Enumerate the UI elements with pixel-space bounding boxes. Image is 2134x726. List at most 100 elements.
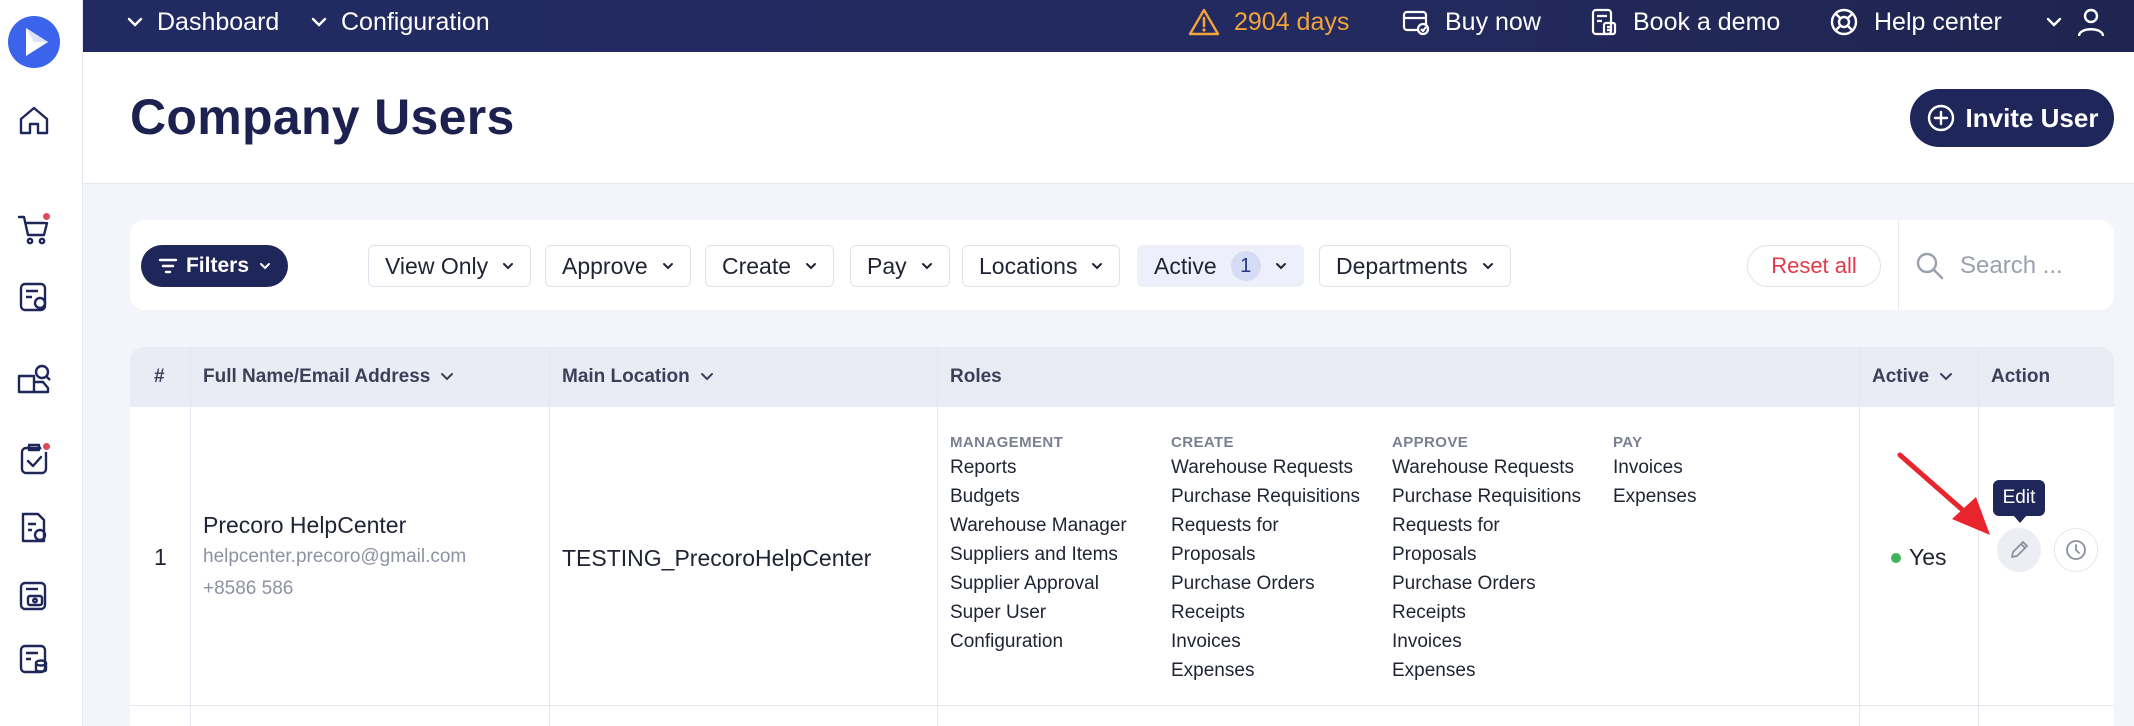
filter-approve[interactable]: Approve [545,245,691,287]
filter-create[interactable]: Create [705,245,835,287]
roles-pay: PAY Invoices Expenses [1613,432,1696,511]
filter-active[interactable]: Active 1 [1137,245,1304,287]
active-status: Yes [1891,544,1947,571]
active-status-dot [1891,552,1901,563]
role-item: Requests for [1171,515,1279,536]
home-icon[interactable] [16,102,52,138]
requests-icon[interactable] [16,279,52,315]
chevron-down-icon [1275,262,1286,269]
history-button[interactable] [2054,528,2098,572]
filter-bar: Filters View Only Approve Create Pay Loc… [130,220,2114,310]
filter-locations-label: Locations [979,252,1078,279]
role-item: Requests for [1392,515,1500,536]
search-input[interactable] [1960,246,2100,286]
role-item: Expenses [1171,660,1255,681]
dashboard-menu[interactable]: Dashboard [127,0,279,44]
precoro-logo-icon[interactable] [8,16,60,68]
role-item: Warehouse Requests [1392,457,1575,478]
column-divider [549,347,550,726]
user-menu[interactable] [2046,0,2120,44]
filter-departments[interactable]: Departments [1319,245,1511,287]
chevron-down-icon [1092,262,1103,269]
filter-pay-label: Pay [867,252,907,279]
filter-departments-label: Departments [1336,252,1468,279]
demo-icon [1591,8,1617,36]
role-item: Supplier Approval [950,573,1099,594]
sidebar [0,0,83,726]
configuration-label: Configuration [341,7,490,36]
role-item: Purchase Orders [1171,573,1315,594]
roles-management: MANAGEMENT Reports Budgets Warehouse Man… [950,432,1127,656]
edit-user-button[interactable] [1997,528,2041,572]
warehouse-icon[interactable] [16,362,52,398]
chevron-down-icon [127,17,143,27]
search-divider [1898,220,1899,310]
role-item: Reports [950,457,1017,478]
configuration-menu[interactable]: Configuration [311,0,490,44]
filter-pay[interactable]: Pay [850,245,950,287]
role-item: Purchase Requisitions [1392,486,1582,507]
row-divider [130,705,2114,706]
role-item: Invoices [1171,631,1241,652]
role-item: Receipts [1392,602,1466,623]
active-status-label: Yes [1909,544,1947,570]
chevron-down-icon [1482,262,1493,269]
cart-icon[interactable] [16,211,52,247]
roles-group-heading: MANAGEMENT [950,434,1064,451]
role-item: Budgets [950,486,1020,507]
chevron-down-icon [921,262,932,269]
column-active[interactable]: Active [1872,347,1953,407]
filter-active-count-badge: 1 [1230,251,1261,281]
role-item: Purchase Requisitions [1171,486,1361,507]
filter-create-label: Create [722,252,792,279]
column-active-label: Active [1872,366,1930,387]
column-name[interactable]: Full Name/Email Address [203,347,454,407]
clock-icon [2066,540,2086,560]
user-email: helpcenter.precoro@gmail.com [203,546,467,567]
user-main-location: TESTING_PrecoroHelpCenter [562,545,872,571]
annotation-arrow-icon [1897,452,1990,535]
buy-now-link[interactable]: Buy now [1401,0,1541,44]
payments-icon[interactable] [16,577,52,613]
roles-group-heading: PAY [1613,434,1643,451]
budgets-icon[interactable] [16,641,52,677]
filters-label: Filters [185,254,250,277]
invite-user-label: Invite User [1965,102,2099,133]
invoices-icon[interactable] [16,510,52,546]
filters-button[interactable]: Filters [141,245,288,287]
row-number: 1 [154,544,167,570]
filter-icon [158,258,178,274]
trial-warning[interactable]: 2904 days [1188,0,1349,44]
filter-locations[interactable]: Locations [962,245,1121,287]
column-divider [937,347,938,726]
edit-tooltip: Edit [1993,480,2045,516]
approvals-icon[interactable] [16,441,52,477]
role-item: Invoices [1613,457,1683,478]
column-location[interactable]: Main Location [562,347,714,407]
book-demo-link[interactable]: Book a demo [1589,0,1780,44]
reset-all-button[interactable]: Reset all [1747,245,1881,287]
roles-group-heading: APPROVE [1392,434,1469,451]
invite-user-button[interactable]: Invite User [1910,89,2114,147]
plus-circle-icon [1927,104,1954,132]
column-divider [190,347,191,726]
role-item: Proposals [1392,544,1477,565]
chevron-down-icon [1940,373,1953,381]
lifebuoy-icon [1830,8,1858,36]
column-name-label: Full Name/Email Address [203,366,431,387]
search-icon [1916,252,1944,280]
buy-now-label: Buy now [1445,7,1541,36]
role-item: Invoices [1392,631,1462,652]
role-item: Warehouse Manager [950,515,1127,536]
column-action: Action [1991,366,2051,387]
user-icon [2077,8,2105,37]
cart-notification-dot [41,211,52,222]
chevron-down-icon [260,262,271,269]
help-center-label: Help center [1874,7,2002,36]
role-item: Proposals [1171,544,1256,565]
column-number: # [154,366,165,387]
help-center-link[interactable]: Help center [1828,0,2002,44]
buy-icon [1402,10,1430,36]
role-item: Super User [950,602,1047,623]
filter-view-only[interactable]: View Only [368,245,532,287]
